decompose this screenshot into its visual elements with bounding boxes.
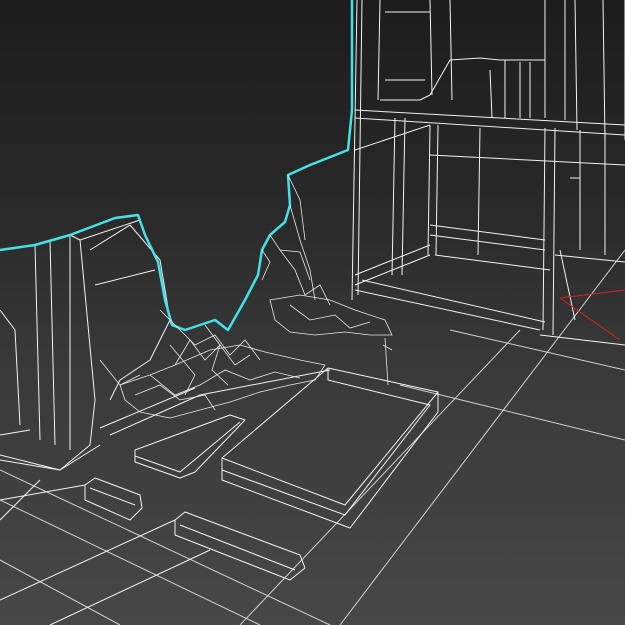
debris-mesh [289, 304, 371, 329]
ground-grid [0, 249, 625, 625]
frame-line [539, 334, 625, 346]
frame-line [552, 127, 556, 336]
slab-edge [0, 519, 176, 601]
frame-line [354, 109, 625, 126]
slab-outline [174, 511, 306, 581]
cliff-edge [261, 249, 271, 281]
frame-line [542, 127, 546, 331]
debris-mesh [174, 339, 251, 366]
frame-line [354, 289, 541, 331]
frame-line [489, 69, 493, 119]
frame-line [361, 279, 546, 323]
pillar-edge [49, 239, 56, 446]
building-frame[interactable] [351, 0, 625, 346]
slab-edge [109, 369, 331, 436]
frame-line [427, 124, 431, 256]
frame-line [391, 117, 396, 276]
frame-line [354, 124, 431, 151]
pillar-edge [0, 429, 31, 436]
debris-mesh [269, 294, 393, 336]
slab-edge [99, 387, 196, 429]
frame-line [429, 0, 433, 96]
debris-mesh [159, 309, 261, 361]
grid-line [239, 329, 521, 625]
debris-rocks[interactable] [99, 249, 393, 419]
grid-line [399, 384, 625, 441]
left-pillar[interactable] [0, 219, 171, 471]
frame-line [477, 127, 481, 256]
grid-line [449, 329, 625, 371]
floor-slabs[interactable] [0, 367, 439, 625]
slab-edge [0, 484, 86, 501]
slab-inner [221, 368, 431, 516]
debris-mesh [204, 324, 229, 386]
frame-line [429, 154, 625, 166]
slab-edge [0, 479, 41, 521]
axis-line [559, 297, 621, 341]
grid-line [339, 249, 625, 625]
frame-line [354, 117, 625, 136]
slab-edge [49, 549, 211, 625]
frame-line [449, 0, 453, 101]
frame-line [377, 0, 381, 101]
pillar-edge [0, 309, 16, 331]
wireframe-scene[interactable] [0, 0, 625, 625]
slab-outline [221, 367, 439, 529]
slab-outline [134, 414, 246, 479]
grid-line [0, 499, 261, 625]
frame-line [574, 0, 578, 131]
pillar-edge [94, 269, 156, 286]
frame-line [434, 254, 551, 271]
pillar-outline [0, 234, 96, 471]
pillar-edge [34, 244, 41, 441]
pillar-edge [89, 224, 171, 401]
pillar-edge [14, 329, 21, 426]
frame-line [602, 0, 606, 141]
slab-inner [221, 391, 439, 506]
debris-mesh [99, 359, 141, 386]
cliff-edge [269, 234, 311, 281]
frame-line [559, 249, 576, 321]
frame-line [401, 117, 406, 276]
frame-line [554, 254, 625, 263]
debris-post [382, 337, 393, 386]
grid-line [0, 559, 121, 625]
3d-viewport[interactable] [0, 0, 625, 625]
slab-inner [134, 421, 241, 473]
